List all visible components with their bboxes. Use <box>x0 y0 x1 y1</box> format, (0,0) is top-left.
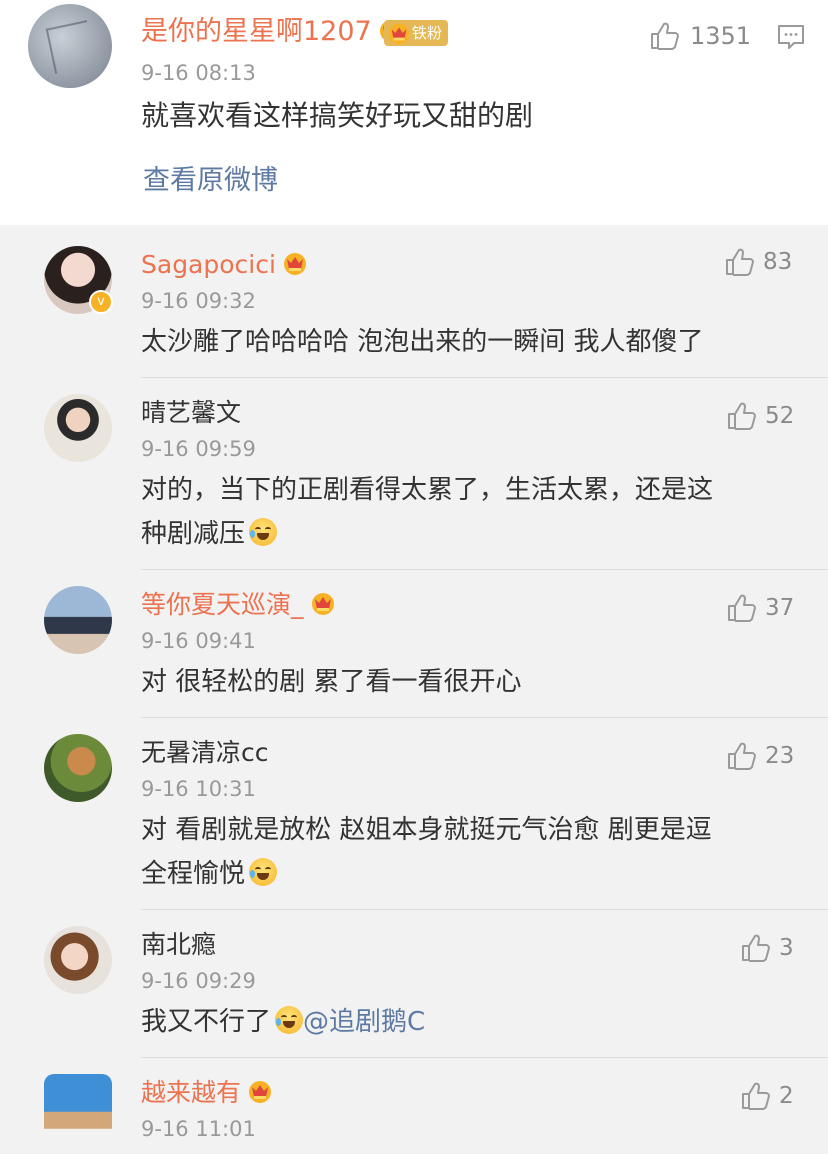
view-original-link[interactable]: 查看原微博 <box>143 163 278 199</box>
comment-text-tail: 全程愉悦 <box>141 859 246 889</box>
crown-badge-icon <box>310 590 336 616</box>
thumb-up-icon <box>739 932 771 964</box>
comment-text: 对 很轻松的剧 累了看一看很开心 <box>141 667 522 697</box>
username[interactable]: 晴艺馨文 <box>141 396 241 430</box>
like-count: 37 <box>765 595 795 621</box>
like-button[interactable]: 2 <box>739 1080 794 1112</box>
thumb-up-icon <box>725 740 757 772</box>
comment-text-body: 我又不行了 <box>141 1007 272 1037</box>
fan-badge: 铁粉 <box>384 20 448 46</box>
laugh-cry-emoji-icon <box>249 858 278 886</box>
thumb-up-icon <box>725 400 757 432</box>
comment-text: 我又不行了 @追剧鹅C <box>141 1000 791 1044</box>
crown-badge-icon <box>247 1078 273 1104</box>
like-count: 1351 <box>690 22 752 50</box>
avatar[interactable] <box>44 394 112 462</box>
laugh-cry-emoji-icon <box>249 518 278 546</box>
timestamp: 9-16 10:31 <box>141 777 256 801</box>
like-button[interactable]: 3 <box>739 932 794 964</box>
like-count: 83 <box>763 249 793 275</box>
timestamp: 9-16 09:59 <box>141 437 256 461</box>
comment-text-line: 对 看剧就是放松 赵姐本身就挺元气治愈 剧更是逗 <box>141 815 712 845</box>
timestamp: 9-16 09:29 <box>141 969 256 993</box>
like-button[interactable]: 83 <box>723 246 792 278</box>
like-button[interactable]: 52 <box>725 400 794 432</box>
like-button[interactable]: 23 <box>725 740 794 772</box>
timestamp: 9-16 09:32 <box>141 289 256 313</box>
like-count: 52 <box>765 403 795 429</box>
fan-badge-label: 铁粉 <box>412 24 443 42</box>
username[interactable]: 越来越有 <box>141 1076 273 1110</box>
avatar[interactable] <box>44 1074 112 1142</box>
comment-icon[interactable] <box>776 22 806 52</box>
timestamp: 9-16 08:13 <box>141 61 256 85</box>
username[interactable]: Sagapocici <box>141 248 308 282</box>
comment-text-line: 对的，当下的正剧看得太累了，生活太累，还是这 <box>141 475 714 505</box>
username-text[interactable]: Sagapocici <box>141 250 276 279</box>
username[interactable]: 是你的星星啊1207 <box>141 14 404 50</box>
comment-text: 就喜欢看这样搞笑好玩又甜的剧 <box>141 99 534 132</box>
avatar[interactable] <box>44 734 112 802</box>
verified-icon: v <box>89 290 113 314</box>
divider <box>141 717 828 718</box>
comment-text-tail: 种剧减压 <box>141 519 246 549</box>
like-count: 3 <box>779 935 794 961</box>
laugh-cry-emoji-icon <box>275 1006 304 1034</box>
crown-badge-icon <box>387 21 411 45</box>
like-button[interactable]: 37 <box>725 592 794 624</box>
timestamp: 9-16 11:01 <box>141 1117 256 1141</box>
divider <box>141 377 828 378</box>
avatar[interactable] <box>44 926 112 994</box>
username-text[interactable]: 等你夏天巡演_ <box>141 590 304 619</box>
avatar[interactable] <box>28 4 112 88</box>
thumb-up-icon <box>739 1080 771 1112</box>
comment-text-line: 种剧减压 <box>141 512 791 556</box>
mention-link[interactable]: @追剧鹅C <box>303 1007 425 1037</box>
comment-text: 对 看剧就是放松 赵姐本身就挺元气治愈 剧更是逗 全程愉悦 <box>141 808 791 896</box>
main-comment: 是你的星星啊1207 铁粉 9-16 08:13 就喜欢看这样搞笑好玩又甜的剧 … <box>0 0 828 225</box>
divider <box>141 1057 828 1058</box>
divider <box>141 569 828 570</box>
thumb-up-icon <box>723 246 755 278</box>
like-count: 23 <box>765 743 795 769</box>
divider <box>141 909 828 910</box>
avatar[interactable] <box>44 586 112 654</box>
like-count: 2 <box>779 1083 794 1109</box>
comment-text: 太沙雕了哈哈哈哈 泡泡出来的一瞬间 我人都傻了 <box>141 327 704 357</box>
username[interactable]: 南北瘾 <box>141 928 216 962</box>
username[interactable]: 等你夏天巡演_ <box>141 588 336 622</box>
crown-badge-icon <box>282 250 308 276</box>
thumb-up-icon <box>725 592 757 624</box>
comment-text-line: 全程愉悦 <box>141 852 791 896</box>
username-text[interactable]: 是你的星星啊1207 <box>141 16 372 47</box>
username-text[interactable]: 越来越有 <box>141 1078 241 1107</box>
username[interactable]: 无暑清凉cc <box>141 736 269 770</box>
timestamp: 9-16 09:41 <box>141 629 256 653</box>
comment-text: 对的，当下的正剧看得太累了，生活太累，还是这 种剧减压 <box>141 468 791 556</box>
thumb-up-icon <box>648 20 680 52</box>
